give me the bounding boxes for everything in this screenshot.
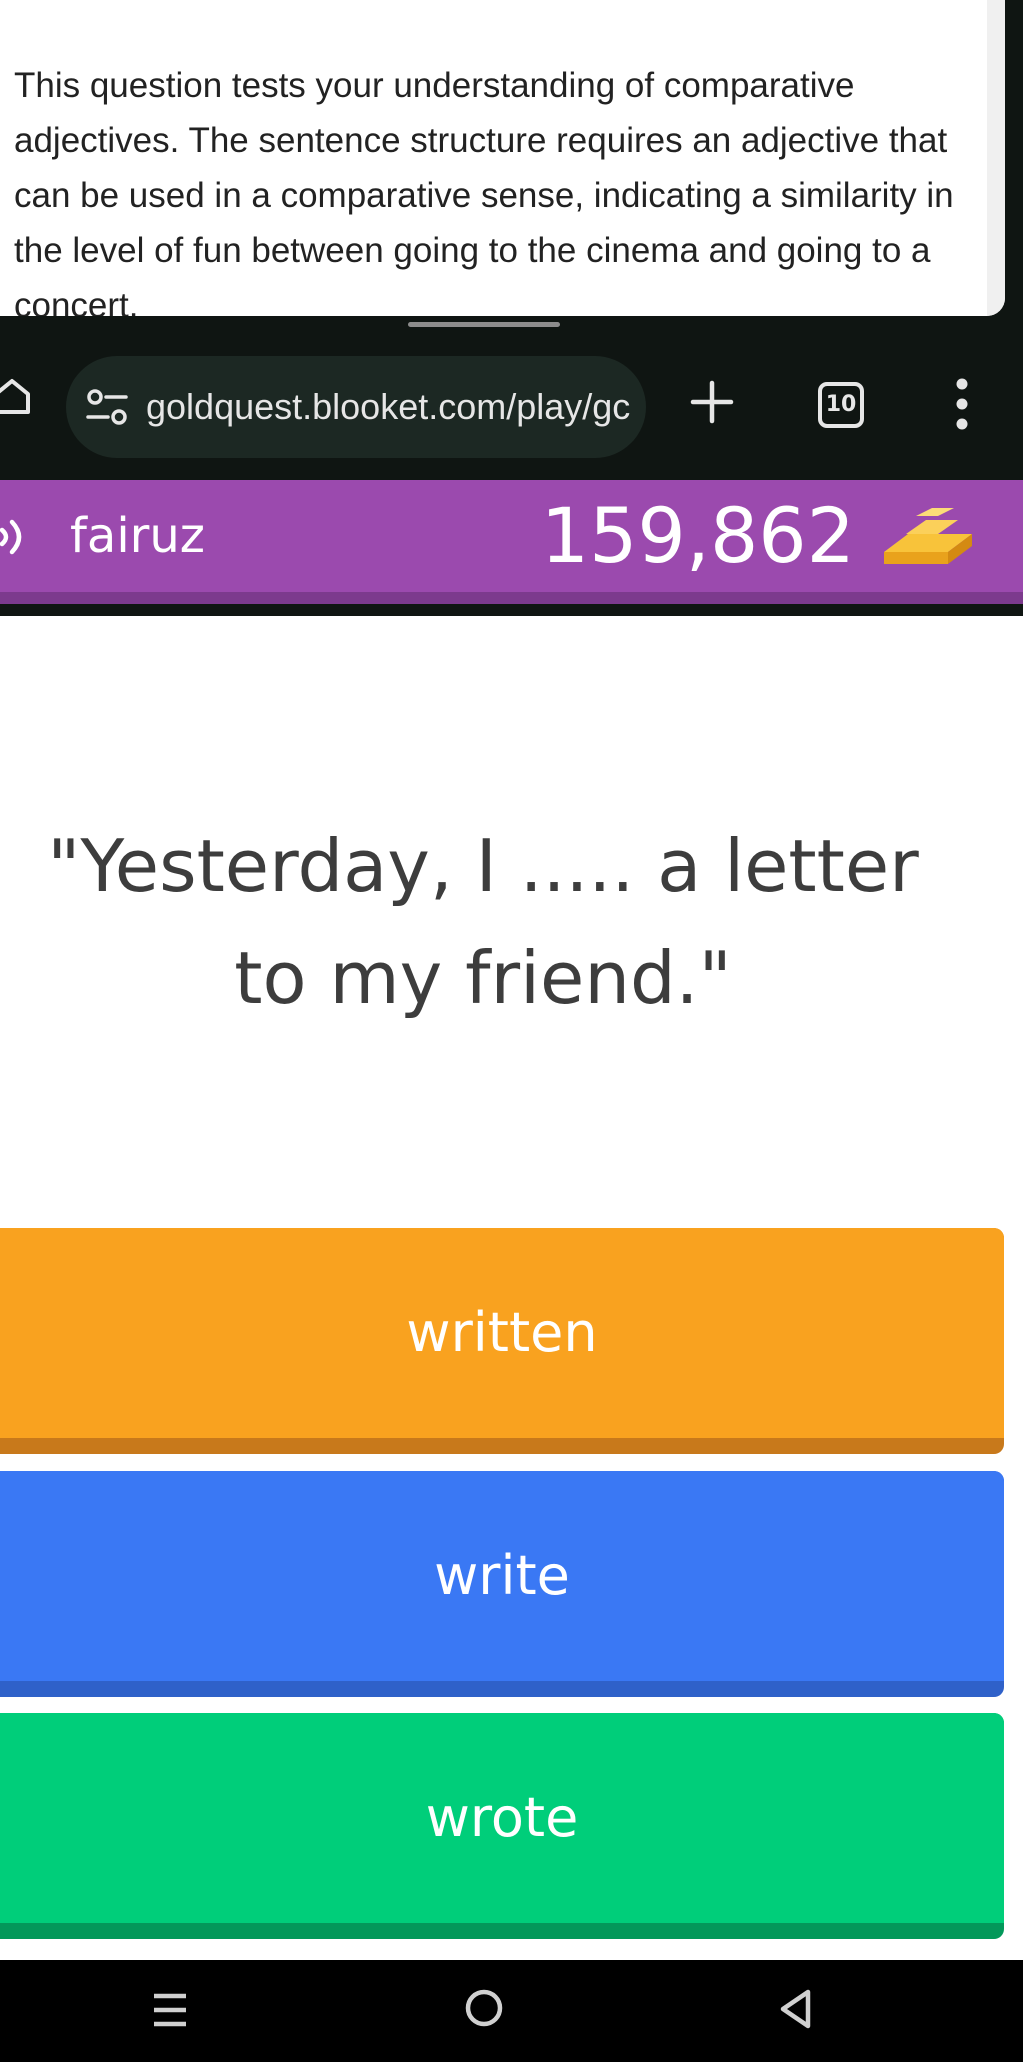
answer-option-3[interactable]: wrote (0, 1713, 1004, 1939)
explanation-sheet: This question tests your understanding o… (0, 0, 1023, 327)
answer-label: wrote (0, 1713, 1004, 1923)
gold-bars-icon (884, 508, 972, 564)
home-icon[interactable] (0, 376, 32, 416)
system-navigation-bar (0, 1960, 1023, 2062)
signal-icon (0, 519, 22, 555)
tab-switcher-button[interactable]: 10 (818, 382, 864, 428)
player-name: fairuz (70, 508, 205, 564)
gold-count: 159,862 (540, 491, 855, 580)
browser-toolbar: goldquest.blooket.com/play/gc 10 (0, 336, 1023, 478)
answer-option-2[interactable]: write (0, 1471, 1004, 1697)
url-text[interactable]: goldquest.blooket.com/play/gc (146, 356, 636, 458)
recents-icon[interactable] (152, 1990, 188, 2030)
game-header: fairuz 159,862 (0, 480, 1023, 604)
address-bar[interactable]: goldquest.blooket.com/play/gc (66, 356, 646, 458)
explanation-text: This question tests your understanding o… (14, 66, 954, 316)
explanation-card[interactable]: This question tests your understanding o… (0, 0, 1005, 316)
question-text: "Yesterday, I ..... a letter to my frien… (47, 824, 919, 1020)
more-vert-icon[interactable] (950, 376, 974, 432)
answer-label: written (0, 1228, 1004, 1438)
answer-label: write (0, 1471, 1004, 1681)
home-circle-icon[interactable] (464, 1988, 504, 2028)
answer-option-1[interactable]: written (0, 1228, 1004, 1454)
new-tab-plus-icon[interactable] (690, 380, 734, 424)
screen: This question tests your understanding o… (0, 0, 1023, 2062)
back-icon[interactable] (778, 1988, 812, 2030)
tune-icon[interactable] (86, 388, 128, 426)
sheet-drag-handle[interactable] (408, 322, 560, 327)
